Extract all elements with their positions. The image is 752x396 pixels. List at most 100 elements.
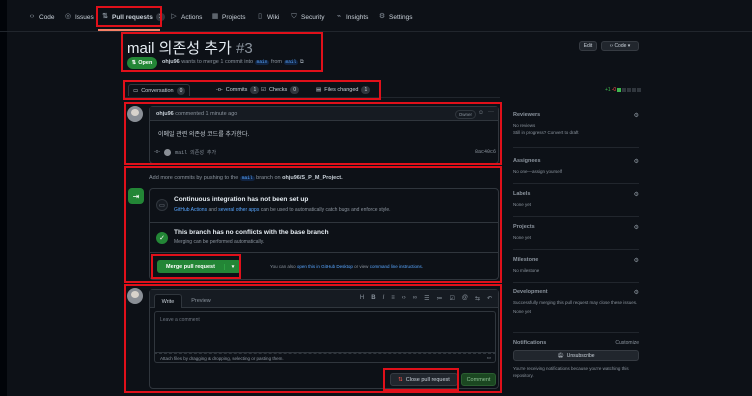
assign-yourself-link[interactable]: No one—assign yourself: [513, 168, 639, 175]
close-pull-request-button[interactable]: ⇅ Close pull request: [390, 373, 458, 386]
bell-slash-icon: 🔕︎: [557, 352, 564, 359]
editor-tabs: Write Preview H B I ≡ ‹› ∞ ☰ ≔ ☑ @ ⇆ ↶: [150, 290, 498, 308]
mention-icon[interactable]: @: [462, 295, 468, 302]
tab-commits[interactable]: -o- Commits 1: [216, 84, 260, 96]
nav-pull-requests[interactable]: ⇅ Pull requests 1: [101, 10, 165, 24]
comment-textarea[interactable]: Leave a comment: [154, 311, 496, 353]
customize-link[interactable]: Customize: [615, 340, 639, 346]
table-icon: ▦: [211, 13, 219, 20]
copy-icon[interactable]: ⧉: [300, 59, 304, 65]
code-icon[interactable]: ‹›: [402, 295, 406, 302]
book-icon: ▯: [258, 13, 262, 20]
commit-icon: -o-: [216, 87, 223, 93]
gear-icon[interactable]: ⚙: [634, 224, 639, 231]
avatar: [164, 148, 172, 156]
pull-request-icon: ⇅: [131, 60, 137, 66]
file-diff-icon: ▤: [316, 87, 322, 93]
play-icon: ▷: [171, 13, 177, 20]
checklist-icon: ☑: [261, 87, 266, 93]
sidebar-development: Development ⚙ Successfully merging this …: [513, 289, 639, 333]
comment-body: 이메일 관련 의존성 코드를 추가한다.: [158, 132, 250, 138]
tab-conversation[interactable]: ▭ Conversation 0: [128, 84, 191, 96]
nav-code[interactable]: ‹› Code: [28, 10, 55, 24]
code-icon: ‹›: [29, 13, 35, 20]
nav-settings[interactable]: ⚙ Settings: [378, 10, 413, 24]
merge-icon: ⇥: [128, 188, 144, 204]
sidebar-labels: Labels ⚙ None yet: [513, 191, 639, 217]
cross-reference-icon[interactable]: ⇆: [475, 295, 480, 302]
repo-nav: ‹› Code ◎ Issues ⇅ Pull requests 1 ▷ Actions …: [0, 0, 752, 32]
avatar[interactable]: [127, 288, 143, 304]
avatar[interactable]: [127, 106, 143, 122]
attach-files-area[interactable]: Attach files by dragging & dropping, sel…: [154, 353, 496, 363]
bulleted-list-icon[interactable]: ☰: [424, 295, 429, 302]
commit-icon: -o-: [154, 149, 161, 155]
author-link[interactable]: ohju96: [162, 59, 180, 65]
pr-description-comment: ohju96 commented 1 minute ago Owner ☺ ··…: [149, 106, 499, 164]
numbered-list-icon[interactable]: ≔: [436, 295, 442, 302]
tab-files-changed[interactable]: ▤ Files changed 1: [316, 84, 371, 96]
bold-icon[interactable]: B: [371, 295, 375, 302]
more-options-icon[interactable]: ···: [488, 109, 494, 115]
nav-projects[interactable]: ▦ Projects: [211, 10, 246, 24]
nav-security[interactable]: ⛉ Security: [290, 10, 324, 24]
code-button[interactable]: ‹› Code ▾: [601, 41, 639, 51]
chevron-down-icon: ▾: [627, 43, 631, 49]
gear-icon[interactable]: ⚙: [634, 158, 639, 165]
task-list-icon[interactable]: ☑: [449, 295, 454, 302]
status-badge: ⇅ Open: [127, 57, 157, 69]
gear-icon[interactable]: ⚙: [634, 191, 639, 198]
commit-row: -o- mail 의존성 추가 8ac40c6: [154, 147, 496, 157]
window-edge: [0, 0, 7, 396]
head-branch[interactable]: mail: [283, 60, 299, 65]
close-pr-icon: ⇅: [398, 376, 403, 383]
heading-icon[interactable]: H: [360, 295, 364, 302]
edit-button[interactable]: Edit: [579, 41, 597, 51]
markdown-icon[interactable]: ▭: [487, 355, 491, 361]
nav-wiki[interactable]: ▯ Wiki: [256, 10, 279, 24]
diffstat: +1 -0: [605, 87, 642, 93]
convert-to-draft-link[interactable]: Still in progress? Convert to draft: [513, 129, 639, 136]
undo-icon[interactable]: ↶: [487, 295, 492, 302]
add-more-commits-hint: Add more commits by pushing to the mail …: [149, 175, 343, 181]
nav-actions[interactable]: ▷ Actions: [170, 10, 202, 24]
tab-preview[interactable]: Preview: [186, 294, 216, 308]
chevron-down-icon[interactable]: ▾: [225, 264, 241, 270]
comment-button[interactable]: Comment: [461, 373, 496, 386]
italic-icon[interactable]: I: [383, 295, 385, 302]
pr-count-badge: 1: [155, 13, 165, 21]
gear-icon[interactable]: ⚙: [634, 112, 639, 119]
tab-write[interactable]: Write: [154, 294, 182, 308]
pull-request-icon: ⇅: [102, 13, 108, 20]
ci-row: ▭ Continuous integration has not been se…: [150, 189, 498, 223]
sidebar-reviewers: Reviewers ⚙ No reviews Still in progress…: [513, 112, 639, 148]
merge-alternatives: You can also open this in GitHub Desktop…: [270, 264, 423, 269]
gear-icon[interactable]: ⚙: [634, 257, 639, 264]
commit-message[interactable]: mail 의존성 추가: [175, 149, 216, 156]
gear-icon: ⚙: [378, 13, 386, 20]
quote-icon[interactable]: ≡: [391, 295, 395, 302]
sidebar-milestone: Milestone ⚙ No milestone: [513, 257, 639, 283]
pr-title: mail 의존성 추가 #3: [127, 40, 253, 57]
commit-sha[interactable]: 8ac40c6: [475, 149, 496, 155]
base-branch[interactable]: main: [254, 60, 270, 65]
new-comment-form: Write Preview H B I ≡ ‹› ∞ ☰ ≔ ☑ @ ⇆ ↶ L…: [149, 289, 499, 389]
smiley-icon[interactable]: ☺: [478, 110, 484, 116]
sidebar-notifications: Notifications Customize 🔕︎ Unsubscribe Yo…: [513, 340, 639, 378]
markdown-toolbar: H B I ≡ ‹› ∞ ☰ ≔ ☑ @ ⇆ ↶: [360, 295, 492, 302]
comment-header: ohju96 commented 1 minute ago: [150, 107, 498, 121]
conflict-row: ✓ This branch has no conflicts with the …: [150, 223, 498, 253]
sidebar-assignees: Assignees ⚙ No one—assign yourself: [513, 158, 639, 184]
unsubscribe-button[interactable]: 🔕︎ Unsubscribe: [513, 350, 639, 361]
nav-insights[interactable]: ⌁ Insights: [335, 10, 369, 24]
merge-pull-request-button[interactable]: Merge pull request ▾: [157, 260, 241, 273]
comment-icon: ▭: [133, 87, 139, 94]
link-icon[interactable]: ∞: [413, 295, 417, 302]
nav-issues[interactable]: ◎ Issues: [64, 10, 94, 24]
code-icon: ‹›: [609, 43, 614, 49]
active-tab-underline: [98, 29, 160, 31]
ci-subtext: GitHub Actions and several other apps ca…: [174, 207, 391, 213]
pr-tabs: ▭ Conversation 0 -o- Commits 1 ☑ Checks 0 ▤ Fil…: [124, 82, 500, 98]
gear-icon[interactable]: ⚙: [634, 289, 639, 296]
tab-checks[interactable]: ☑ Checks 0: [261, 84, 300, 96]
